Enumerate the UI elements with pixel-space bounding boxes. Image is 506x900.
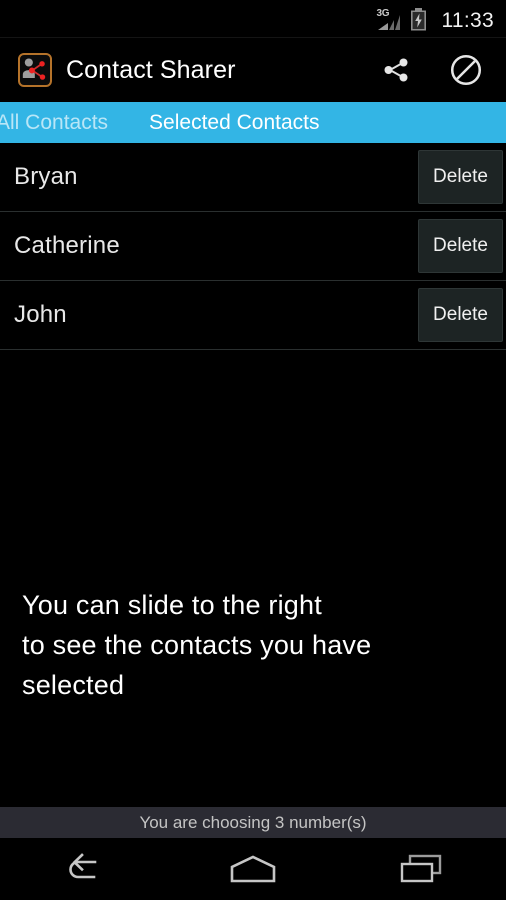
table-row[interactable]: John Delete (0, 281, 506, 350)
delete-button[interactable]: Delete (418, 219, 503, 273)
app-title: Contact Sharer (66, 55, 236, 84)
selection-count-text: You are choosing 3 number(s) (139, 812, 367, 832)
slide-hint-text: You can slide to the right to see the co… (22, 585, 482, 705)
contact-name: John (14, 301, 67, 328)
contact-name: Bryan (14, 163, 78, 190)
delete-button[interactable]: Delete (418, 150, 503, 204)
contact-sharer-app-icon (18, 53, 52, 87)
tab-all-contacts[interactable]: All Contacts (0, 102, 108, 143)
back-icon[interactable] (0, 838, 169, 900)
selection-status-bar: You are choosing 3 number(s) (0, 807, 506, 838)
tab-selected-contacts[interactable]: Selected Contacts (149, 102, 319, 143)
home-icon[interactable] (169, 838, 338, 900)
signal-bars-icon: 3G (377, 8, 403, 31)
table-row[interactable]: Catherine Delete (0, 212, 506, 281)
app-action-bar: Contact Sharer (0, 38, 506, 102)
status-icons: 3G 11:33 (377, 7, 495, 32)
recents-icon[interactable] (337, 838, 506, 900)
contact-name: Catherine (14, 232, 120, 259)
status-bar-clock: 11:33 (441, 8, 494, 32)
hint-line-1: You can slide to the right (22, 590, 322, 620)
android-navigation-bar (0, 838, 506, 900)
signal-bars-glyph (377, 14, 400, 30)
delete-button[interactable]: Delete (418, 288, 503, 342)
selected-contacts-list: Bryan Delete Catherine Delete John Delet… (0, 143, 506, 350)
hint-line-2: to see the contacts you have (22, 630, 372, 660)
tab-strip: All Contacts Selected Contacts (0, 102, 506, 143)
hint-line-3: selected (22, 670, 125, 700)
block-icon[interactable] (442, 46, 490, 94)
table-row[interactable]: Bryan Delete (0, 143, 506, 212)
system-status-bar: 3G 11:33 (0, 0, 506, 38)
battery-charging-icon (410, 7, 427, 31)
share-icon[interactable] (372, 46, 420, 94)
